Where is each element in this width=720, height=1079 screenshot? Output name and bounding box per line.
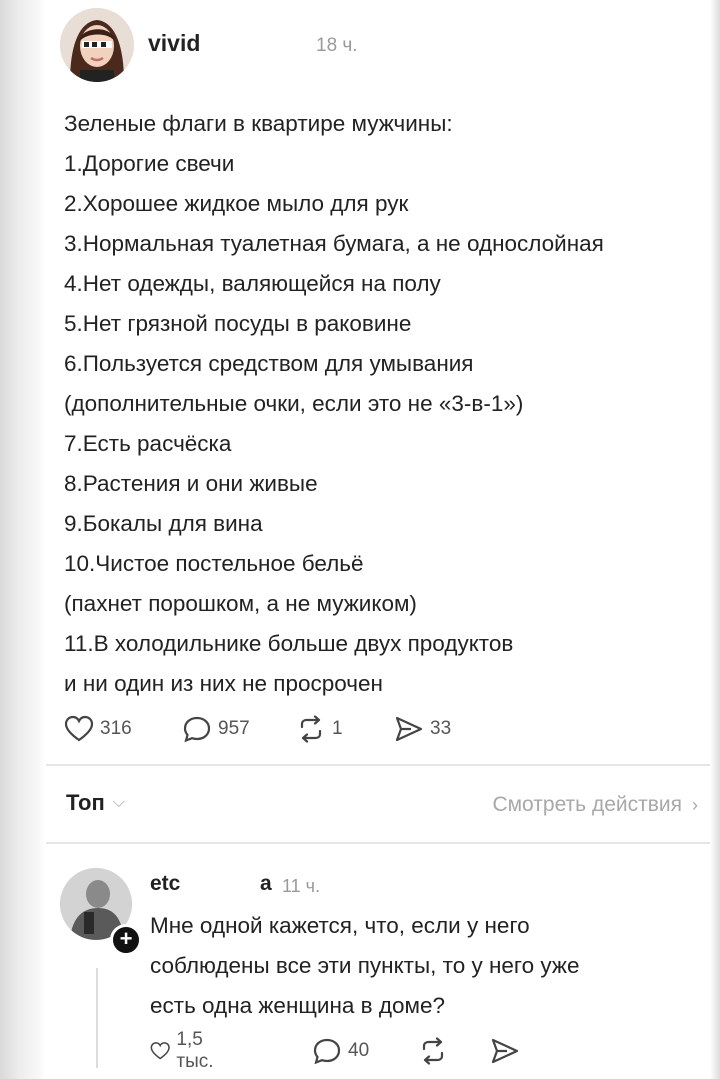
comment-line: Мне одной кажется, что, если у него	[150, 913, 530, 938]
post-line: 10.Чистое постельное бельё	[64, 551, 364, 576]
comment-reply-count: 40	[348, 1040, 370, 1061]
post-container: vivid 18 ч. Зеленые флаги в квартире муж…	[46, 0, 710, 1079]
comment-button[interactable]: 957	[182, 712, 250, 746]
share-button[interactable]: 33	[394, 712, 451, 746]
divider	[46, 764, 710, 766]
send-icon	[395, 716, 423, 742]
post-line: 4.Нет одежды, валяющейся на полу	[64, 271, 441, 296]
author-avatar[interactable]	[60, 8, 134, 82]
post-line: и ни один из них не просрочен	[64, 671, 383, 696]
comment-count: 957	[218, 718, 250, 739]
comment-reply-button[interactable]: 40	[312, 1034, 369, 1068]
post-line: 3.Нормальная туалетная бумага, а не одно…	[64, 231, 604, 256]
send-icon	[491, 1038, 519, 1064]
screen-edge-shadow	[0, 0, 46, 1079]
thread-line	[96, 968, 98, 1068]
comment-repost-button[interactable]	[418, 1034, 448, 1068]
post-line: 1.Дорогие свечи	[64, 151, 235, 176]
share-count: 33	[430, 718, 452, 739]
post-line: 2.Хорошее жидкое мыло для рук	[64, 191, 409, 216]
view-activity-link[interactable]: Смотреть действия ›	[492, 793, 698, 817]
chevron-right-icon: ›	[692, 794, 698, 815]
post-body: Зеленые флаги в квартире мужчины: 1.Доро…	[64, 104, 714, 704]
speech-bubble-icon	[313, 1038, 341, 1065]
comment-like-count: 1,5 тыс.	[176, 1029, 214, 1072]
divider	[46, 842, 710, 844]
chevron-down-icon: ⌵	[112, 794, 125, 811]
heart-icon	[64, 715, 94, 742]
view-activity-label: Смотреть действия	[492, 793, 682, 816]
comment-line: соблюдены все эти пункты, то у него уже	[150, 953, 580, 978]
post-line: 6.Пользуется средством для умывания	[64, 351, 474, 376]
speech-bubble-icon	[183, 716, 211, 743]
comment-like-button[interactable]: 1,5 тыс.	[150, 1029, 223, 1072]
comment-body: Мне одной кажется, что, если у него собл…	[150, 906, 710, 1026]
comment-author-tail[interactable]: a	[260, 872, 272, 896]
comment-share-button[interactable]	[490, 1034, 520, 1068]
repost-button[interactable]: 1	[296, 712, 343, 746]
comment-author[interactable]: etc	[150, 872, 180, 896]
heart-icon	[150, 1042, 170, 1060]
follow-button[interactable]: +	[110, 924, 142, 956]
comment-line: есть одна женщина в доме?	[150, 993, 445, 1018]
post-line: Зеленые флаги в квартире мужчины:	[64, 111, 453, 136]
repost-icon	[422, 1037, 444, 1065]
post-line: 5.Нет грязной посуды в раковине	[64, 311, 412, 336]
comment-timestamp: 11 ч.	[282, 876, 321, 896]
post-author[interactable]: vivid	[148, 30, 200, 57]
post-line: 8.Растения и они живые	[64, 471, 318, 496]
post-line: 9.Бокалы для вина	[64, 511, 263, 536]
post-line: (дополнительные очки, если это не «3-в-1…	[64, 391, 524, 416]
sort-dropdown[interactable]: Топ ⌵	[66, 790, 125, 816]
post-timestamp: 18 ч.	[316, 35, 358, 56]
post-line: 11.В холодильнике больше двух продуктов	[64, 631, 514, 656]
plus-icon: +	[119, 926, 133, 951]
post-line: (пахнет порошком, а не мужиком)	[64, 591, 417, 616]
like-button[interactable]: 316	[64, 712, 132, 746]
like-count: 316	[100, 718, 132, 739]
repost-icon	[300, 715, 322, 743]
repost-count: 1	[332, 718, 343, 739]
sort-label: Топ	[66, 790, 105, 815]
post-line: 7.Есть расчёска	[64, 431, 232, 456]
